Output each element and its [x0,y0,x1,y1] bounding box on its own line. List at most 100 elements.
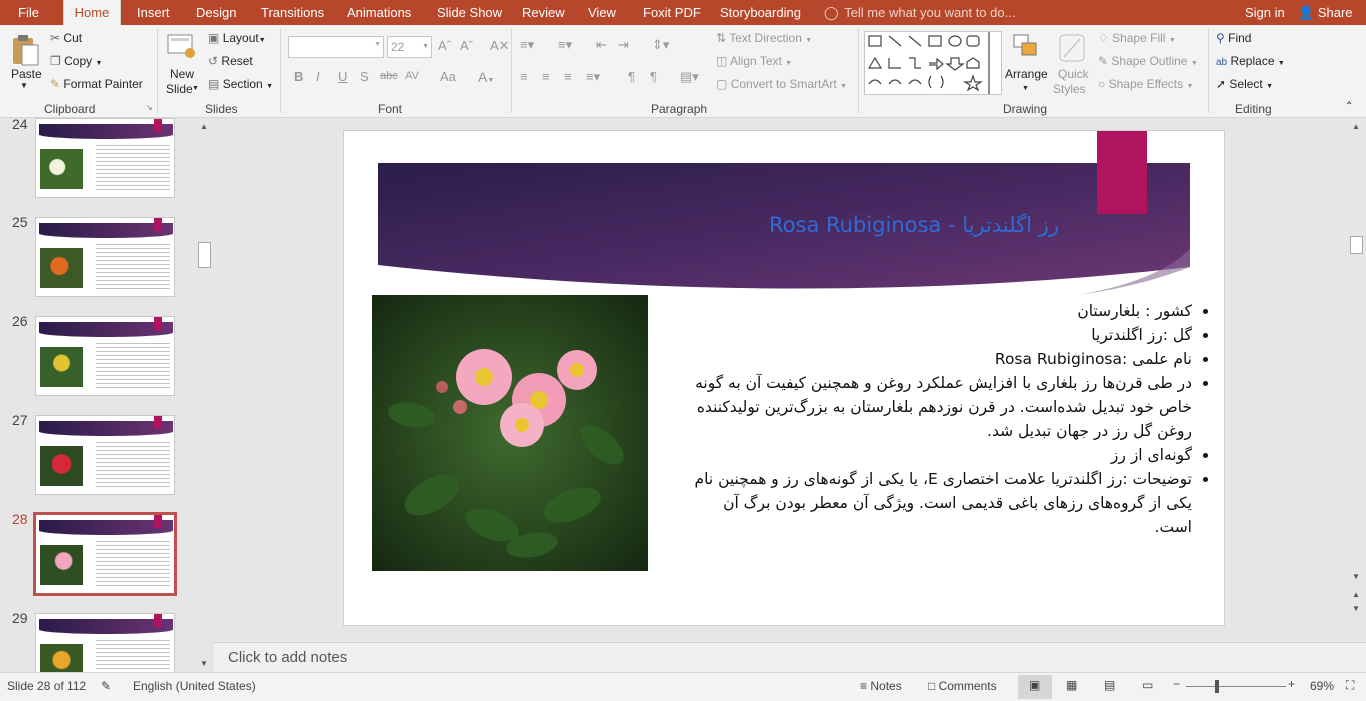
tab-transitions[interactable]: Transitions [261,0,324,25]
slide-canvas[interactable]: Rosa Rubiginosa - رز اگلندتریا کشور : بل… [343,130,1225,626]
thumbnail-scrollbar[interactable]: ▲ ▼ [196,118,214,672]
tab-foxit-pdf[interactable]: Foxit PDF [643,0,701,25]
shape-fill-button[interactable]: ♢ Shape Fill ▼ [1098,31,1176,45]
scroll-up-icon[interactable]: ▲ [1352,122,1360,131]
italic-button[interactable]: I [316,69,320,84]
layout-button[interactable]: ▣ Layout▼ [208,31,266,45]
notes-pane[interactable]: Click to add notes [214,642,1366,672]
collapse-ribbon-icon[interactable]: ⌃ [1345,101,1353,112]
new-slide-label[interactable]: New [170,67,194,81]
convert-smartart-button[interactable]: ▢ Convert to SmartArt ▼ [716,77,847,91]
notes-toggle-button[interactable]: ≡ Notes [860,679,902,693]
scroll-down-icon[interactable]: ▼ [1352,572,1360,581]
slide-title[interactable]: Rosa Rubiginosa - رز اگلندتریا [704,213,1059,237]
increase-indent-icon[interactable]: ⇥ [618,37,629,53]
reset-button[interactable]: ↺ Reset [208,54,253,68]
comments-toggle-button[interactable]: □ Comments [928,679,997,693]
line-spacing-icon[interactable]: ⇕▾ [652,37,669,53]
tab-home[interactable]: Home [63,0,121,25]
section-button[interactable]: ▤ Section ▼ [208,77,273,91]
strikethrough-button[interactable]: abc [380,70,398,82]
shadow-button[interactable]: S [360,69,369,84]
slideshow-view-icon[interactable]: ▭ [1142,678,1153,692]
select-button[interactable]: ➚ Select ▼ [1216,77,1273,91]
previous-slide-icon[interactable]: ▲ [1352,590,1360,599]
shape-outline-button[interactable]: ✎ Shape Outline ▼ [1098,54,1198,68]
slide-thumbnail-selected[interactable] [33,512,177,596]
format-painter-button[interactable]: ✎ Format Painter [50,77,143,91]
rtl-icon[interactable]: ¶ [650,69,657,84]
slide-thumbnail[interactable] [35,217,175,297]
slide-thumbnail[interactable] [35,613,175,672]
rose-photo[interactable] [372,295,648,571]
numbering-icon[interactable]: ≡▾ [558,37,572,53]
share-button[interactable]: 👤 Share [1298,0,1353,25]
shape-effects-button[interactable]: ○ Shape Effects ▼ [1098,77,1193,91]
new-slide-label2[interactable]: Slide [166,82,193,96]
scroll-thumb[interactable] [198,242,211,268]
scroll-down-icon[interactable]: ▼ [200,659,208,668]
slide-sorter-icon[interactable]: ▦ [1066,678,1077,692]
character-spacing-button[interactable]: AV [405,70,419,82]
tab-design[interactable]: Design [196,0,236,25]
tell-me-box[interactable]: ◯ Tell me what you want to do... [824,0,1015,25]
tab-animations[interactable]: Animations [347,0,411,25]
zoom-in-icon[interactable]: + [1288,677,1295,691]
spellcheck-icon[interactable]: ✎ [101,679,111,693]
tab-review[interactable]: Review [522,0,565,25]
new-slide-button[interactable] [166,31,196,61]
arrange-button[interactable] [1006,31,1046,67]
slide-thumbnail[interactable] [35,118,175,198]
zoom-slider-thumb[interactable] [1215,680,1219,693]
font-name-box[interactable]: ▼ [288,36,384,58]
align-text-button[interactable]: ◫ Align Text ▼ [716,54,792,68]
font-color-button[interactable]: A▼ [478,69,494,85]
paste-label[interactable]: Paste [11,67,42,81]
ltr-icon[interactable]: ¶ [628,69,635,84]
tab-file[interactable]: File [18,0,39,25]
tab-slide-show[interactable]: Slide Show [437,0,502,25]
text-direction-button[interactable]: ⇅ Text Direction ▼ [716,31,812,45]
scroll-up-icon[interactable]: ▲ [200,122,208,131]
clear-format-icon[interactable]: A✕ [490,38,510,54]
tab-insert[interactable]: Insert [137,0,170,25]
zoom-level[interactable]: 69% [1310,679,1334,693]
tab-storyboarding[interactable]: Storyboarding [720,0,801,25]
replace-button[interactable]: ab Replace ▼ [1216,54,1285,68]
underline-button[interactable]: U [338,69,347,84]
slide-scrollbar[interactable]: ▲ ▼ ▲ ▼ [1348,118,1366,642]
scroll-thumb[interactable] [1350,236,1363,254]
zoom-out-icon[interactable]: − [1173,677,1180,691]
align-right-icon[interactable]: ≡ [564,69,572,84]
bullets-icon[interactable]: ≡▾ [520,37,534,53]
quick-styles-label[interactable]: Quick [1058,67,1089,81]
tab-view[interactable]: View [588,0,616,25]
change-case-button[interactable]: Aa [440,69,456,84]
cut-button[interactable]: ✂ Cut [50,31,82,45]
shapes-gallery[interactable] [864,31,1002,95]
slide-body-text[interactable]: کشور : بلغارستان گل :رز اگلندتریا نام عل… [690,299,1210,539]
paste-button[interactable] [10,33,40,67]
justify-icon[interactable]: ≡▾ [586,69,600,85]
slide-thumbnail[interactable] [35,316,175,396]
grow-font-icon[interactable]: Aˆ [438,38,451,53]
copy-button[interactable]: ❐ Copy ▼ [50,54,102,68]
decrease-indent-icon[interactable]: ⇤ [596,37,607,53]
slide-thumbnail[interactable] [35,415,175,495]
font-size-box[interactable]: 22 ▼ [387,36,432,58]
dialog-launcher-icon[interactable]: ↘ [146,103,153,112]
fit-slide-icon[interactable]: ⛶ [1346,678,1354,693]
align-center-icon[interactable]: ≡ [542,69,550,84]
align-left-icon[interactable]: ≡ [520,69,528,84]
zoom-slider-track[interactable] [1186,686,1286,687]
columns-icon[interactable]: ▤▾ [680,69,699,85]
language-indicator[interactable]: English (United States) [133,679,256,693]
quick-styles-label2[interactable]: Styles [1053,82,1086,96]
paste-dropdown-icon[interactable]: ▼ [20,81,28,90]
bold-button[interactable]: B [294,69,303,84]
shrink-font-icon[interactable]: Aˇ [460,38,473,53]
chevron-down-icon[interactable]: ▼ [192,85,199,92]
next-slide-icon[interactable]: ▼ [1352,604,1360,613]
notes-placeholder[interactable]: Click to add notes [228,649,347,666]
reading-view-icon[interactable]: ▤ [1104,678,1115,692]
